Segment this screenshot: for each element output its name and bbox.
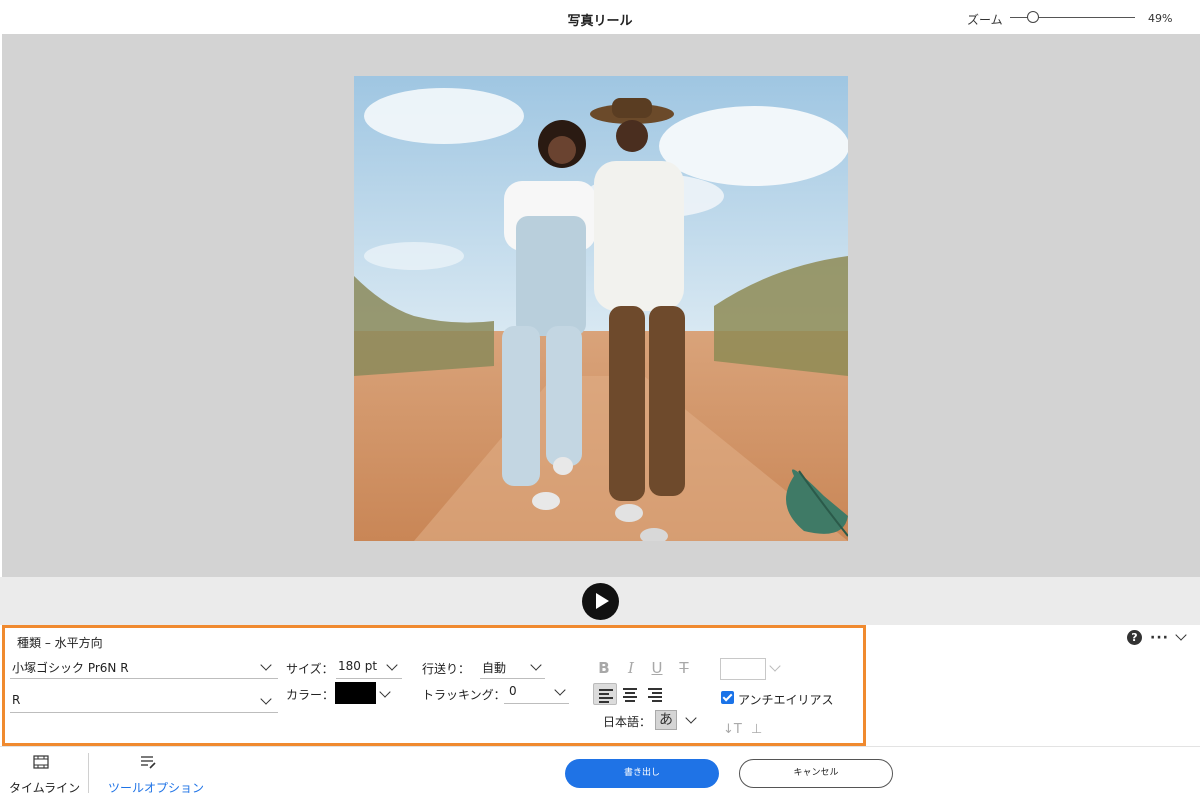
tool-options-panel: 種類 – 水平方向 小塚ゴシック Pr6N R R サイズ： 180 pt カラ… bbox=[2, 625, 866, 746]
photo-image bbox=[354, 76, 848, 541]
tool-options-icon bbox=[141, 756, 156, 769]
play-icon[interactable] bbox=[582, 583, 619, 620]
italic-button[interactable]: I bbox=[622, 659, 640, 677]
antialias-label: アンチエイリアス bbox=[738, 693, 834, 707]
font-family-select[interactable]: 小塚ゴシック Pr6N R bbox=[10, 655, 278, 679]
zoom-label: ズーム bbox=[967, 13, 1003, 27]
size-label: サイズ： bbox=[286, 662, 334, 676]
font-style-select[interactable]: R bbox=[10, 689, 278, 713]
tab-timeline[interactable]: タイムライン bbox=[6, 747, 80, 796]
chevron-down-icon[interactable] bbox=[685, 712, 697, 724]
leading-value: 自動 bbox=[482, 661, 507, 675]
help-icon[interactable]: ? bbox=[1127, 630, 1142, 645]
film-icon bbox=[33, 755, 49, 769]
chevron-down-icon bbox=[554, 684, 566, 696]
strikethrough-button[interactable]: T bbox=[675, 659, 693, 677]
align-center-button[interactable] bbox=[618, 683, 642, 705]
panel-title: 種類 – 水平方向 bbox=[17, 636, 103, 650]
language-label: 日本語： bbox=[603, 715, 652, 729]
divider bbox=[88, 753, 89, 793]
tracking-select[interactable]: 0 bbox=[504, 680, 569, 704]
tab-tool-options-label: ツールオプション bbox=[108, 781, 205, 795]
chevron-down-icon[interactable] bbox=[769, 660, 781, 672]
align-left-icon bbox=[599, 689, 613, 705]
align-right-button[interactable] bbox=[643, 683, 667, 705]
text-style-swatch[interactable] bbox=[720, 658, 766, 680]
color-label: カラー： bbox=[286, 688, 335, 702]
chevron-down-icon bbox=[386, 659, 398, 671]
bold-button[interactable]: B bbox=[595, 659, 613, 677]
zoom-value: 49% bbox=[1148, 12, 1173, 25]
chevron-down-icon[interactable] bbox=[379, 686, 391, 698]
photo-preview[interactable] bbox=[354, 76, 848, 541]
text-warp-icon[interactable]: ⊥ bbox=[751, 722, 762, 737]
cancel-button[interactable]: キャンセル bbox=[739, 759, 893, 788]
tab-timeline-label: タイムライン bbox=[9, 781, 81, 795]
chevron-down-icon bbox=[260, 693, 272, 705]
antialias-checkbox[interactable] bbox=[721, 691, 734, 704]
zoom-slider[interactable] bbox=[1010, 10, 1135, 26]
export-button[interactable]: 書き出し bbox=[565, 759, 719, 788]
top-bar: 写真リール ズーム 49% bbox=[0, 0, 1200, 34]
chevron-down-icon[interactable] bbox=[1175, 629, 1187, 641]
align-left-button[interactable] bbox=[593, 683, 617, 705]
tracking-label: トラッキング： bbox=[422, 688, 506, 702]
align-center-icon bbox=[623, 688, 637, 704]
font-style-value: R bbox=[12, 693, 21, 707]
leading-select[interactable]: 自動 bbox=[480, 655, 545, 679]
preview-canvas bbox=[2, 34, 1200, 577]
align-right-icon bbox=[648, 688, 662, 704]
chevron-down-icon bbox=[260, 659, 272, 671]
size-value: 180 pt bbox=[338, 659, 378, 673]
font-family-value: 小塚ゴシック Pr6N R bbox=[12, 661, 129, 675]
size-select[interactable]: 180 pt bbox=[336, 655, 402, 679]
chevron-down-icon bbox=[530, 659, 542, 671]
leading-label: 行送り： bbox=[422, 662, 471, 676]
bottom-bar: タイムライン ツールオプション 書き出し キャンセル bbox=[0, 746, 1200, 795]
more-options-icon[interactable]: ··· bbox=[1150, 630, 1169, 646]
color-swatch[interactable] bbox=[335, 682, 376, 704]
tracking-value: 0 bbox=[509, 684, 517, 698]
language-glyph-icon[interactable]: あ bbox=[655, 710, 677, 730]
tab-tool-options[interactable]: ツールオプション bbox=[104, 747, 204, 796]
zoom-slider-thumb[interactable] bbox=[1026, 11, 1039, 23]
vertical-text-icon[interactable]: ↓T bbox=[723, 722, 742, 737]
underline-button[interactable]: U bbox=[648, 659, 666, 677]
